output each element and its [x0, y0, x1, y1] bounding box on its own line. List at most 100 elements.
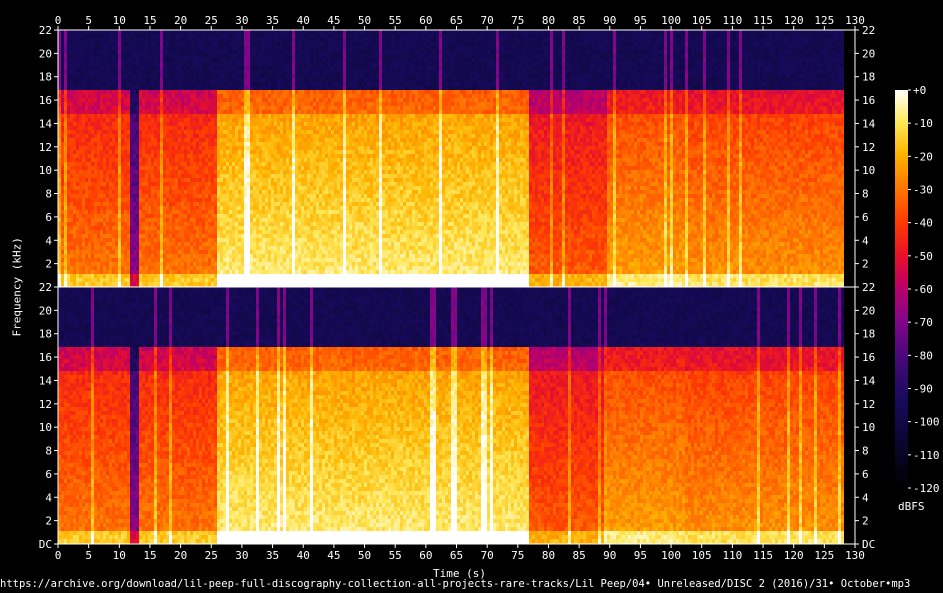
spectrogram-top-cell: [271, 218, 274, 222]
spectrogram-top-cell: [268, 154, 271, 158]
spectrogram-top-cell: [124, 206, 127, 210]
spectrogram-top-cell: [226, 226, 229, 230]
spectrogram-top-cell: [157, 222, 160, 226]
spectrogram-top-cell: [133, 166, 136, 170]
spectrogram-top-cell: [91, 50, 94, 54]
spectrogram-top-cell: [196, 118, 199, 122]
spectrogram-top-cell: [202, 274, 205, 278]
spectrogram-top-cell: [280, 106, 283, 110]
spectrogram-top-cell: [67, 186, 70, 190]
spectrogram-top-cell: [229, 70, 232, 74]
spectrogram-top-cell: [169, 242, 172, 246]
spectrogram-top-cell: [91, 182, 94, 186]
spectrogram-top-cell: [175, 62, 178, 66]
spectrogram-top-cell: [76, 178, 79, 182]
spectrogram-top-cell: [247, 262, 250, 266]
spectrogram-top-cell: [244, 86, 247, 90]
spectrogram-top-cell: [175, 98, 178, 102]
spectrogram-top-cell: [283, 182, 286, 186]
spectrogram-top-cell: [280, 118, 283, 122]
spectrogram-top-cell: [112, 194, 115, 198]
spectrogram-top-cell: [109, 30, 112, 34]
spectrogram-top-cell: [235, 274, 238, 278]
spectrogram-top-cell: [235, 110, 238, 114]
spectrogram-top-cell: [199, 90, 202, 94]
spectrogram-top-cell: [106, 98, 109, 102]
spectrogram-top-cell: [226, 158, 229, 162]
spectrogram-top-cell: [259, 74, 262, 78]
spectrogram-top-cell: [76, 182, 79, 186]
spectrogram-top-cell: [253, 250, 256, 254]
spectrogram-top-cell: [241, 230, 244, 234]
spectrogram-top-cell: [91, 178, 94, 182]
spectrogram-top-cell: [217, 282, 220, 286]
spectrogram-top-cell: [73, 274, 76, 278]
spectrogram-top-cell: [199, 118, 202, 122]
spectrogram-top-cell: [148, 246, 151, 250]
spectrogram-top-cell: [94, 218, 97, 222]
spectrogram-top-cell: [76, 126, 79, 130]
spectrogram-top-cell: [199, 278, 202, 282]
spectrogram-top-cell: [187, 238, 190, 242]
spectrogram-top-cell: [280, 58, 283, 62]
spectrogram-top-cell: [70, 194, 73, 198]
spectrogram-top-cell: [226, 90, 229, 94]
spectrogram-top-cell: [181, 282, 184, 286]
spectrogram-top-cell: [82, 66, 85, 70]
spectrogram-top-cell: [283, 178, 286, 182]
spectrogram-top-cell: [178, 198, 181, 202]
spectrogram-top-cell: [229, 98, 232, 102]
spectrogram-top-cell: [253, 70, 256, 74]
spectrogram-top-cell: [130, 226, 133, 230]
spectrogram-top-cell: [205, 174, 208, 178]
spectrogram-top-cell: [244, 230, 247, 234]
spectrogram-top-cell: [274, 210, 277, 214]
spectrogram-top-cell: [244, 258, 247, 262]
spectrogram-top-cell: [139, 246, 142, 250]
spectrogram-top-cell: [205, 110, 208, 114]
spectrogram-top-cell: [181, 122, 184, 126]
spectrogram-top-cell: [85, 78, 88, 82]
spectrogram-top-cell: [277, 130, 280, 134]
spectrogram-top-cell: [187, 254, 190, 258]
spectrogram-top-cell: [268, 134, 271, 138]
spectrogram-top-cell: [187, 170, 190, 174]
spectrogram-top-cell: [181, 246, 184, 250]
spectrogram-top-cell: [184, 78, 187, 82]
spectrogram-top-cell: [148, 70, 151, 74]
spectrogram-top-cell: [193, 58, 196, 62]
spectrogram-top-cell: [82, 122, 85, 126]
spectrogram-top-cell: [280, 54, 283, 58]
spectrogram-svg: 2 24 46 68 810 1012 1214 1416 1618 1820 2022 22DC DC…: [39, 14, 940, 562]
spectrogram-top-cell: [151, 122, 154, 126]
spectrogram-top-cell: [103, 82, 106, 86]
spectrogram-top-cell: [133, 178, 136, 182]
spectrogram-top-cell: [76, 154, 79, 158]
spectrogram-top-cell: [208, 186, 211, 190]
spectrogram-top-cell: [64, 74, 67, 78]
spectrogram-top-cell: [103, 138, 106, 142]
spectrogram-top-cell: [253, 234, 256, 238]
spectrogram-top-cell: [217, 194, 220, 198]
spectrogram-top-cell: [118, 186, 121, 190]
spectrogram-top-cell: [181, 134, 184, 138]
spectrogram-top-cell: [250, 122, 253, 126]
spectrogram-top-cell: [265, 178, 268, 182]
spectrogram-top-cell: [271, 206, 274, 210]
spectrogram-top-cell: [178, 86, 181, 90]
spectrogram-top-cell: [250, 206, 253, 210]
spectrogram-top-cell: [109, 138, 112, 142]
spectrogram-top-cell: [214, 66, 217, 70]
spectrogram-top-cell: [220, 70, 223, 74]
spectrogram-top-cell: [79, 50, 82, 54]
spectrogram-top-cell: [91, 214, 94, 218]
spectrogram-top-cell: [172, 134, 175, 138]
spectrogram-top-cell: [268, 238, 271, 242]
spectrogram-top-cell: [148, 86, 151, 90]
spectrogram-top-cell: [229, 158, 232, 162]
spectrogram-top-cell: [286, 146, 289, 150]
spectrogram-top-cell: [217, 142, 220, 146]
spectrogram-top-cell: [112, 122, 115, 126]
spectrogram-top-cell: [247, 154, 250, 158]
spectrogram-top-cell: [277, 178, 280, 182]
